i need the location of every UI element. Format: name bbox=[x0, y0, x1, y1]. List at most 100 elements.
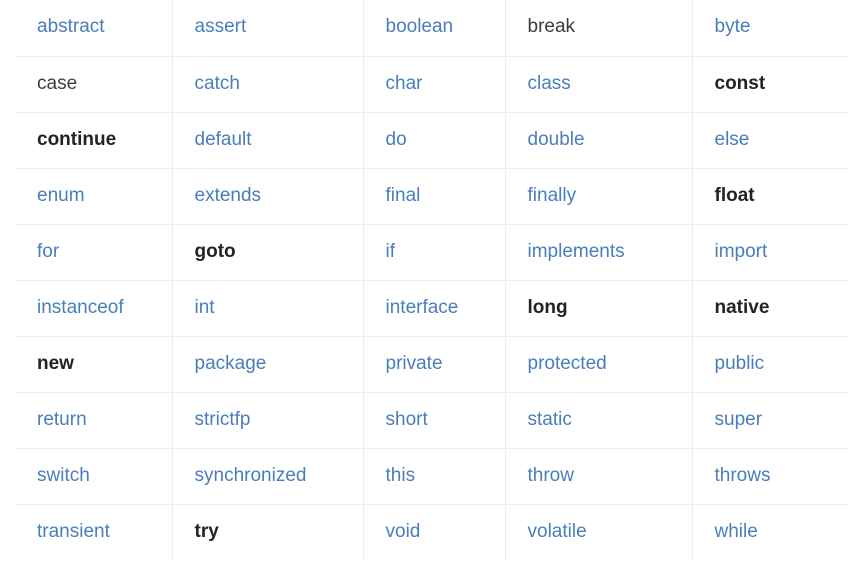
table-row: switch synchronized this throw throws bbox=[15, 448, 848, 505]
table-cell: transient bbox=[15, 504, 173, 560]
keyword-link[interactable]: throw bbox=[528, 465, 574, 488]
table-cell: new bbox=[15, 336, 173, 393]
keyword-text: case bbox=[37, 72, 78, 94]
keyword-text: continue bbox=[37, 128, 117, 150]
table-cell: this bbox=[363, 448, 506, 505]
keyword-link[interactable]: super bbox=[715, 409, 763, 432]
table-cell: byte bbox=[692, 0, 848, 57]
keyword-link[interactable]: short bbox=[386, 409, 428, 432]
keyword-link[interactable]: default bbox=[195, 129, 252, 152]
table-cell: char bbox=[363, 56, 506, 113]
keyword-link[interactable]: synchronized bbox=[195, 465, 307, 488]
keyword-link[interactable]: final bbox=[386, 185, 421, 208]
keyword-link[interactable]: int bbox=[195, 297, 215, 320]
table-row: for goto if implements import bbox=[15, 224, 848, 281]
keyword-link[interactable]: protected bbox=[528, 353, 607, 376]
keyword-text: try bbox=[194, 520, 219, 542]
table-cell: synchronized bbox=[172, 448, 364, 505]
table-cell: do bbox=[363, 112, 506, 169]
table-cell: abstract bbox=[15, 0, 173, 57]
keyword-link[interactable]: transient bbox=[37, 521, 110, 544]
keyword-text: long bbox=[527, 296, 568, 318]
keyword-link[interactable]: instanceof bbox=[37, 297, 124, 320]
keyword-link[interactable]: implements bbox=[528, 241, 625, 264]
keyword-link[interactable]: while bbox=[715, 521, 758, 544]
keyword-link[interactable]: for bbox=[37, 241, 59, 264]
keyword-link[interactable]: enum bbox=[37, 185, 85, 208]
table-cell: finally bbox=[505, 168, 693, 225]
keyword-link[interactable]: this bbox=[386, 465, 416, 488]
table-cell: instanceof bbox=[15, 280, 173, 337]
keyword-link[interactable]: throws bbox=[715, 465, 771, 488]
keyword-link[interactable]: double bbox=[528, 129, 585, 152]
keyword-link[interactable]: void bbox=[386, 521, 421, 544]
table-cell: switch bbox=[15, 448, 173, 505]
table-cell: case bbox=[15, 56, 173, 113]
table-cell: import bbox=[692, 224, 848, 281]
table-cell: const bbox=[692, 56, 848, 113]
keyword-link[interactable]: return bbox=[37, 409, 87, 432]
keyword-link[interactable]: public bbox=[715, 353, 765, 376]
keyword-link[interactable]: if bbox=[386, 241, 396, 264]
table-cell: long bbox=[505, 280, 693, 337]
table-cell: continue bbox=[15, 112, 173, 169]
table-row: abstract assert boolean break byte bbox=[15, 0, 848, 57]
table-cell: else bbox=[692, 112, 848, 169]
keyword-link[interactable]: volatile bbox=[528, 521, 587, 544]
table-cell: default bbox=[172, 112, 364, 169]
keyword-reference-table: abstract assert boolean break byte case catch c… bbox=[15, 0, 848, 560]
table-cell: throws bbox=[692, 448, 848, 505]
table-cell: strictfp bbox=[172, 392, 364, 449]
keyword-link[interactable]: private bbox=[386, 353, 443, 376]
table-cell: while bbox=[692, 504, 848, 560]
table-cell: interface bbox=[363, 280, 506, 337]
table-row: instanceof int interface long native bbox=[15, 280, 848, 337]
keyword-text: goto bbox=[194, 240, 236, 262]
keyword-link[interactable]: else bbox=[715, 129, 750, 152]
table-cell: double bbox=[505, 112, 693, 169]
table-cell: extends bbox=[172, 168, 364, 225]
keyword-text: const bbox=[714, 72, 766, 94]
keyword-link[interactable]: finally bbox=[528, 185, 577, 208]
keyword-text: float bbox=[714, 184, 755, 206]
keyword-link[interactable]: abstract bbox=[37, 16, 105, 39]
keyword-link[interactable]: interface bbox=[386, 297, 459, 320]
table-cell: void bbox=[363, 504, 506, 560]
keyword-link[interactable]: import bbox=[715, 241, 768, 264]
table-row: transient try void volatile while bbox=[15, 504, 848, 560]
table-row: case catch char class const bbox=[15, 56, 848, 113]
table-cell: for bbox=[15, 224, 173, 281]
keyword-link[interactable]: char bbox=[386, 73, 423, 96]
table-cell: boolean bbox=[363, 0, 506, 57]
keyword-link[interactable]: do bbox=[386, 129, 407, 152]
table-cell: private bbox=[363, 336, 506, 393]
keyword-link[interactable]: static bbox=[528, 409, 572, 432]
table-cell: int bbox=[172, 280, 364, 337]
table-cell: static bbox=[505, 392, 693, 449]
keyword-table-body: abstract assert boolean break byte case catch c… bbox=[15, 0, 848, 560]
keyword-link[interactable]: class bbox=[528, 73, 571, 96]
keyword-link[interactable]: extends bbox=[195, 185, 262, 208]
keyword-link[interactable]: boolean bbox=[386, 16, 454, 39]
table-cell: volatile bbox=[505, 504, 693, 560]
table-cell: enum bbox=[15, 168, 173, 225]
table-cell: package bbox=[172, 336, 364, 393]
table-cell: try bbox=[172, 504, 364, 560]
keyword-link[interactable]: assert bbox=[195, 16, 247, 39]
keyword-link[interactable]: strictfp bbox=[195, 409, 251, 432]
table-cell: float bbox=[692, 168, 848, 225]
table-cell: protected bbox=[505, 336, 693, 393]
table-cell: short bbox=[363, 392, 506, 449]
table-cell: final bbox=[363, 168, 506, 225]
table-cell: break bbox=[505, 0, 693, 57]
keyword-link[interactable]: byte bbox=[715, 16, 751, 39]
table-cell: public bbox=[692, 336, 848, 393]
keyword-link[interactable]: package bbox=[195, 353, 267, 376]
table-cell: class bbox=[505, 56, 693, 113]
table-row: enum extends final finally float bbox=[15, 168, 848, 225]
table-row: continue default do double else bbox=[15, 112, 848, 169]
keyword-text: new bbox=[37, 352, 74, 374]
keyword-link[interactable]: catch bbox=[195, 73, 240, 96]
table-cell: native bbox=[692, 280, 848, 337]
keyword-link[interactable]: switch bbox=[37, 465, 90, 488]
